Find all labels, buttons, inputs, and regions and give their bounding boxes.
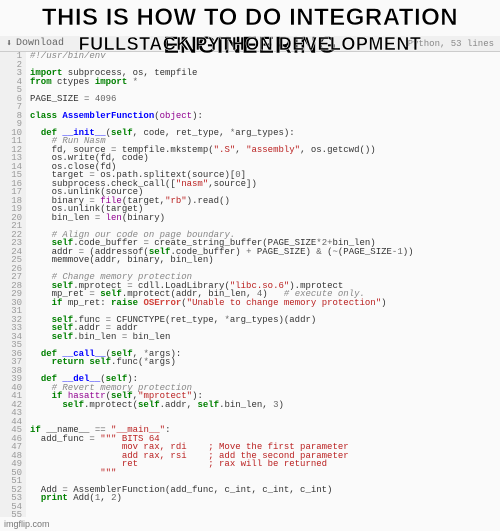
code-content: #!/usr/bin/envimport subprocess, os, tem…: [26, 52, 500, 517]
code-line: self.mprotect(self.addr, self.bin_len, 3…: [30, 401, 500, 410]
code-line: PAGE_SIZE = 4096: [30, 95, 500, 104]
code-line: return self.func(*args): [30, 358, 500, 367]
code-line: bin_len = len(binary): [30, 214, 500, 223]
code-line: print Add(1, 2): [30, 494, 500, 503]
watermark: imgflip.com: [4, 519, 50, 529]
code-line: class AssemblerFunction(object):: [30, 112, 500, 121]
line-gutter: 1234567891011121314151617181920212223242…: [0, 52, 26, 517]
meme-text-sub: FULLSTACK PYTHON DEVELOPMENT: [0, 34, 500, 55]
code-line: [30, 503, 500, 512]
code-line: [30, 409, 500, 418]
code-line: if mp_ret: raise OSError("Unable to chan…: [30, 299, 500, 308]
code-line: memmove(addr, binary, bin_len): [30, 256, 500, 265]
code-area: 1234567891011121314151617181920212223242…: [0, 52, 500, 517]
code-line: """: [30, 469, 500, 478]
code-line: [30, 511, 500, 520]
code-line: self.bin_len = bin_len: [30, 333, 500, 342]
code-line: from ctypes import *: [30, 78, 500, 87]
